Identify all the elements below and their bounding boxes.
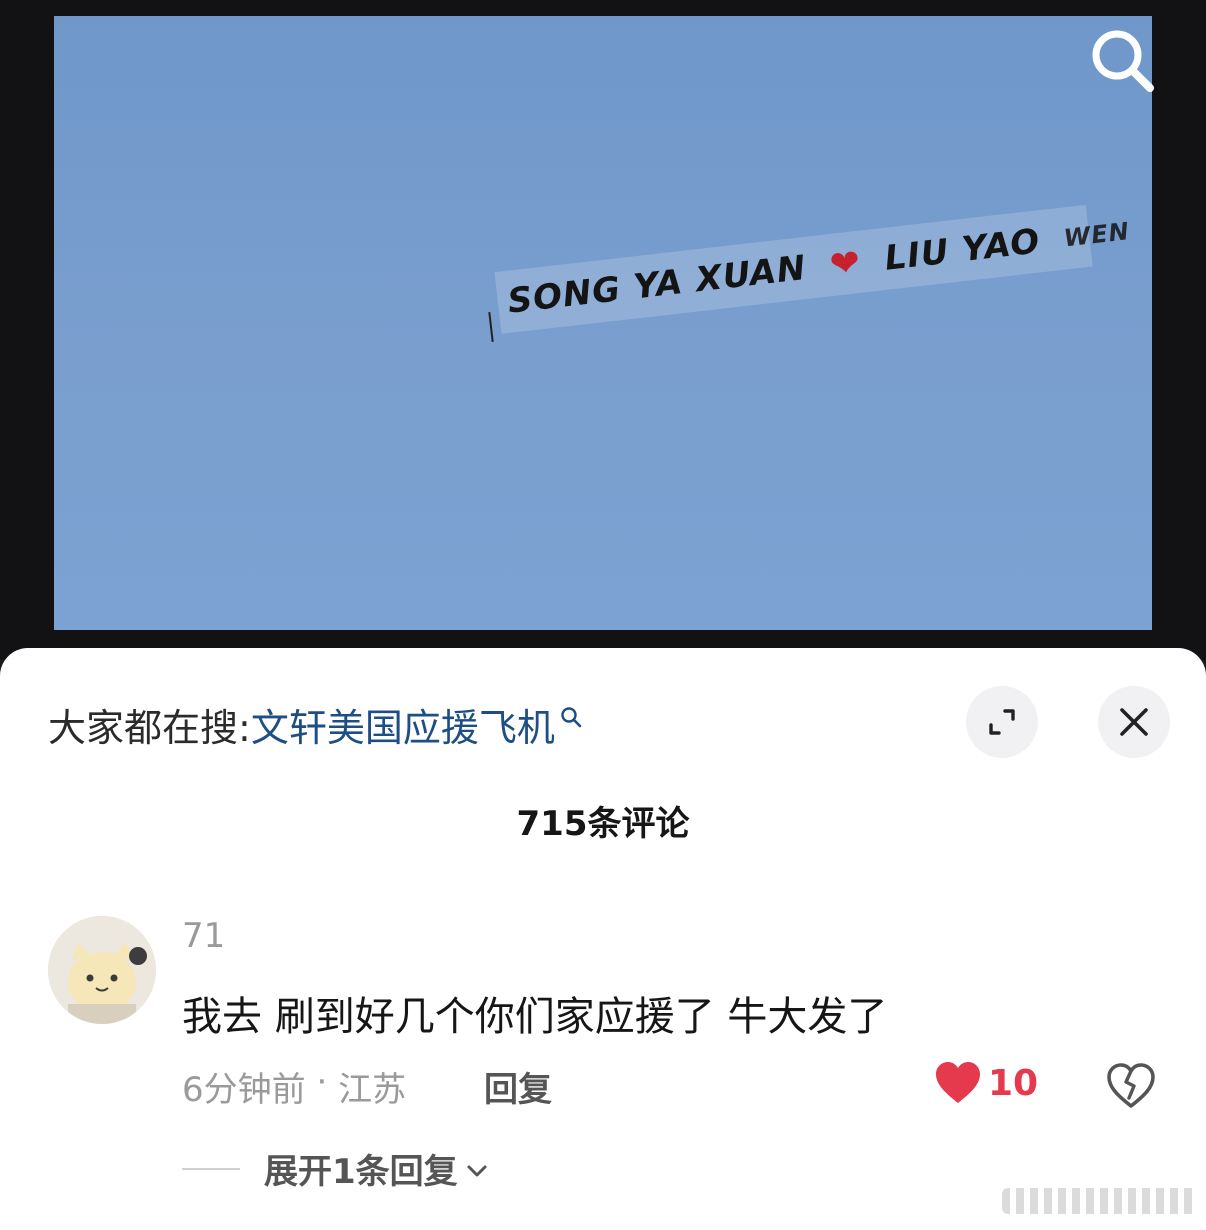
search-suggestion[interactable]: 大家都在搜: 文轩美国应援飞机 (48, 696, 583, 752)
like-count: 10 (988, 1062, 1039, 1104)
search-icon[interactable] (1086, 24, 1160, 98)
suggestion-label: 大家都在搜: (48, 705, 251, 750)
reply-button[interactable]: 回复 (484, 1062, 552, 1111)
expand-replies-label: 展开1条回复 (264, 1152, 458, 1192)
bottom-decoration (1002, 1188, 1198, 1214)
suggestion-query-link[interactable]: 文轩美国应援飞机 (251, 697, 555, 752)
expand-replies-button[interactable]: 展开1条回复 (182, 1144, 490, 1193)
expand-icon (989, 709, 1015, 735)
close-panel-button[interactable] (1098, 686, 1170, 758)
close-icon (1120, 708, 1148, 736)
comments-panel: 大家都在搜: 文轩美国应援飞机 715条评论 71 我去 刷到好几个你们家应援了… (0, 648, 1206, 1230)
comment-meta: 6分钟前 · 江苏 (182, 1062, 406, 1111)
comment-username[interactable]: 71 (182, 916, 225, 956)
dislike-button[interactable] (1104, 1058, 1158, 1112)
comment-count-title: 715条评论 (516, 804, 690, 844)
heart-icon (936, 1062, 980, 1103)
aerial-banner: SONG YA XUAN ❤ LIU YAO WEN (494, 204, 1131, 334)
banner-text-2: LIU YAO (882, 221, 1043, 279)
comment-time: 6分钟前 (182, 1070, 306, 1110)
chevron-down-icon (467, 1165, 487, 1176)
banner-text-3: WEN (1062, 217, 1132, 253)
cat-avatar-icon (48, 916, 156, 1024)
small-search-icon (561, 707, 582, 728)
comment-location: 江苏 (338, 1070, 407, 1110)
banner-text-1: SONG YA XUAN (505, 248, 809, 322)
avatar[interactable] (48, 916, 156, 1024)
video-player[interactable]: SONG YA XUAN ❤ LIU YAO WEN (0, 0, 1206, 660)
banner-heart: ❤ (827, 241, 864, 286)
broken-heart-icon (1107, 1063, 1155, 1108)
divider-line (182, 1167, 240, 1170)
comment-text: 我去 刷到好几个你们家应援了 牛大发了 (182, 994, 888, 1040)
expand-fullscreen-button[interactable] (966, 686, 1038, 758)
meta-separator: · (305, 1062, 339, 1102)
like-button[interactable]: 10 (934, 1060, 1038, 1106)
video-frame[interactable]: SONG YA XUAN ❤ LIU YAO WEN (54, 16, 1152, 630)
banner-tow-line (488, 311, 494, 343)
